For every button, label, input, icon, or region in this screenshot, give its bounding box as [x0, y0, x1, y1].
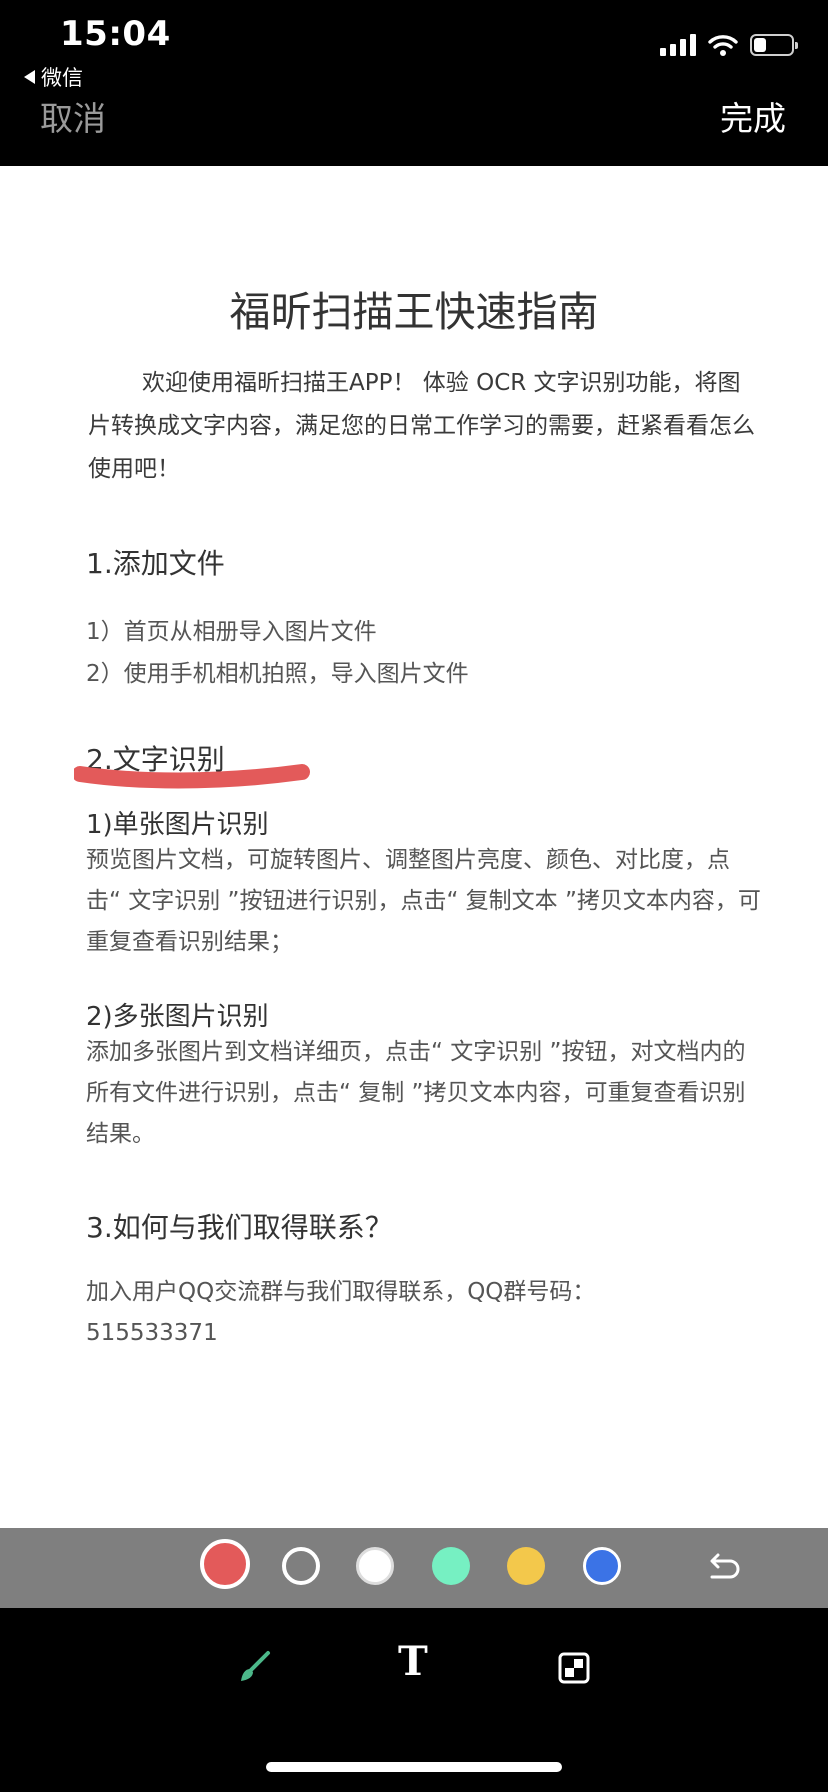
undo-icon[interactable]	[704, 1548, 744, 1588]
color-swatch-yellow[interactable]	[507, 1547, 545, 1585]
sub-heading-multi-image: 2)多张图片识别	[86, 1002, 269, 1032]
single-image-paragraph: 预览图片文档，可旋转图片、调整图片亮度、颜色、对比度，点击“ 文字识别 ”按钮进…	[86, 847, 761, 955]
color-swatch-black[interactable]	[282, 1547, 320, 1585]
home-indicator[interactable]	[266, 1762, 562, 1772]
screen: 15:04 微信 取消 完成 福昕扫描王快速指南 欢迎使用福昕扫描王APP！ 体…	[0, 0, 828, 1792]
color-palette-bar	[0, 1528, 828, 1608]
back-arrow-icon	[24, 70, 35, 84]
qq-group-number: 515533371	[86, 1320, 218, 1346]
back-to-app-link[interactable]: 微信	[24, 62, 83, 92]
contact-paragraph: 加入用户QQ交流群与我们取得联系，QQ群号码： 515533371	[86, 1272, 762, 1354]
color-swatch-white[interactable]	[356, 1547, 394, 1585]
signal-icon	[660, 34, 696, 56]
contact-text: 加入用户QQ交流群与我们取得联系，QQ群号码：	[86, 1279, 596, 1305]
intro-paragraph: 欢迎使用福昕扫描王APP！ 体验 OCR 文字识别功能，将图片转换成文字内容，满…	[88, 370, 755, 482]
status-icons	[660, 34, 798, 56]
brush-icon[interactable]	[238, 1650, 272, 1684]
back-app-label: 微信	[41, 66, 83, 90]
document-title: 福昕扫描王快速指南	[229, 288, 599, 336]
battery-icon	[750, 34, 798, 56]
cancel-button[interactable]: 取消	[40, 92, 106, 140]
sub-heading-single-image: 1)单张图片识别	[86, 810, 269, 840]
list-item: 1）首页从相册导入图片文件	[86, 619, 377, 645]
color-swatch-red[interactable]	[200, 1539, 250, 1589]
section-heading-add-file: 1.添加文件	[86, 547, 225, 580]
mosaic-icon[interactable]	[558, 1652, 590, 1684]
list-item: 2）使用手机相机拍照，导入图片文件	[86, 661, 469, 687]
wifi-icon	[708, 35, 738, 56]
color-swatch-blue[interactable]	[583, 1547, 621, 1585]
section-heading-contact: 3.如何与我们取得联系？	[86, 1211, 393, 1244]
status-time: 15:04	[60, 14, 171, 54]
color-swatch-mint[interactable]	[432, 1547, 470, 1585]
multi-image-paragraph: 添加多张图片到文档详细页，点击“ 文字识别 ”按钮，对文档内的所有文件进行识别，…	[86, 1039, 746, 1147]
red-annotation-stroke	[74, 764, 310, 789]
document-canvas[interactable]: 福昕扫描王快速指南 欢迎使用福昕扫描王APP！ 体验 OCR 文字识别功能，将图…	[0, 166, 828, 1528]
text-tool-button[interactable]: T	[398, 1638, 428, 1685]
done-button[interactable]: 完成	[720, 92, 786, 140]
